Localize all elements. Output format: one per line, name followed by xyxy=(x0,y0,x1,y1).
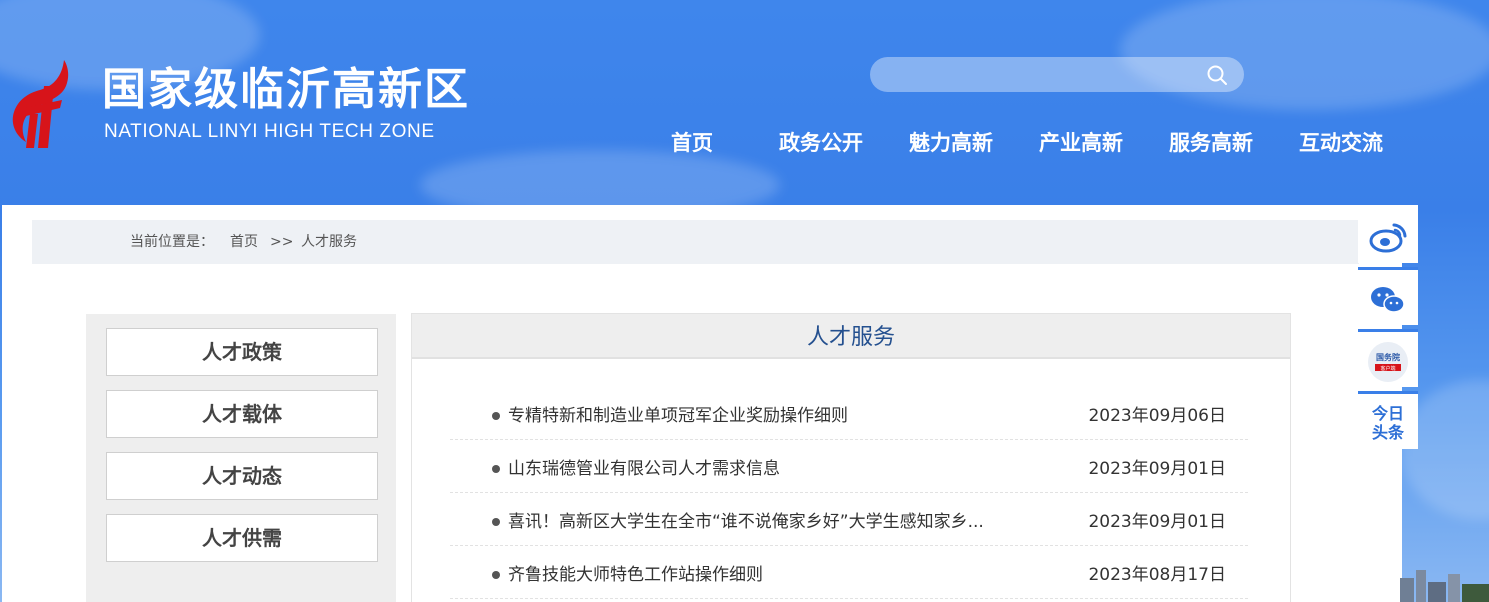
nav-item-interaction[interactable]: 互动交流 xyxy=(1299,128,1383,158)
gov-council-icon: 国务院 客户端 xyxy=(1368,342,1408,382)
site-subtitle: NATIONAL LINYI HIGH TECH ZONE xyxy=(104,121,435,142)
news-title-link[interactable]: 喜讯！高新区大学生在全市“谁不说俺家乡好”大学生感知家乡... xyxy=(508,509,984,535)
share-weibo-button[interactable] xyxy=(1358,205,1418,263)
share-gov-council-button[interactable]: 国务院 客户端 xyxy=(1358,329,1418,387)
share-wechat-button[interactable] xyxy=(1358,267,1418,325)
news-date: 2023年09月01日 xyxy=(1088,512,1226,532)
news-date: 2023年09月06日 xyxy=(1088,406,1226,426)
city-skyline-decoration xyxy=(1400,570,1489,602)
breadcrumb-separator: >> xyxy=(270,234,294,250)
news-item: 山东瑞德管业有限公司人才需求信息 2023年09月01日 xyxy=(450,440,1248,493)
sidebar-item-talent-carrier[interactable]: 人才载体 xyxy=(106,390,378,438)
news-title-link[interactable]: 山东瑞德管业有限公司人才需求信息 xyxy=(508,456,780,482)
content-panel: 人才服务 专精特新和制造业单项冠军企业奖励操作细则 2023年09月06日 山东… xyxy=(411,313,1291,602)
sidebar-item-talent-news[interactable]: 人才动态 xyxy=(106,452,378,500)
breadcrumb-home-link[interactable]: 首页 xyxy=(230,220,258,264)
nav-item-charm[interactable]: 魅力高新 xyxy=(909,128,993,158)
breadcrumb-label: 当前位置是： xyxy=(130,234,214,250)
wechat-icon xyxy=(1371,287,1405,313)
news-item: 专精特新和制造业单项冠军企业奖励操作细则 2023年09月06日 xyxy=(450,387,1248,440)
share-toutiao-button[interactable]: 今日 头条 xyxy=(1358,391,1418,449)
sidebar-item-talent-policy[interactable]: 人才政策 xyxy=(106,328,378,376)
sidebar-item-talent-demand[interactable]: 人才供需 xyxy=(106,514,378,562)
bullet-icon xyxy=(492,412,500,420)
cloud-decoration xyxy=(1120,0,1489,110)
nav-item-gov-affairs[interactable]: 政务公开 xyxy=(779,128,863,158)
news-item: 喜讯！高新区大学生在全市“谁不说俺家乡好”大学生感知家乡... 2023年09月… xyxy=(450,493,1248,546)
nav-item-service[interactable]: 服务高新 xyxy=(1169,128,1253,158)
weibo-icon xyxy=(1369,223,1407,253)
news-title-link[interactable]: 齐鲁技能大师特色工作站操作细则 xyxy=(508,562,763,588)
breadcrumb: 当前位置是： 首页 >> 人才服务 xyxy=(32,220,1359,264)
news-date: 2023年08月17日 xyxy=(1088,565,1226,585)
news-date: 2023年09月01日 xyxy=(1088,459,1226,479)
breadcrumb-current: 人才服务 xyxy=(301,234,357,250)
toutiao-line-2: 头条 xyxy=(1371,423,1404,442)
search-input[interactable] xyxy=(888,57,1198,92)
nav-item-industry[interactable]: 产业高新 xyxy=(1039,128,1123,158)
bullet-icon xyxy=(492,518,500,526)
gov-council-label: 国务院 xyxy=(1376,352,1400,362)
nav-item-home[interactable]: 首页 xyxy=(671,128,713,158)
news-item: 齐鲁技能大师特色工作站操作细则 2023年08月17日 xyxy=(450,546,1248,599)
toutiao-line-1: 今日 xyxy=(1371,404,1404,423)
news-title-link[interactable]: 专精特新和制造业单项冠军企业奖励操作细则 xyxy=(508,403,848,429)
gov-client-label: 客户端 xyxy=(1380,365,1395,372)
search-box[interactable] xyxy=(870,57,1244,92)
search-icon[interactable] xyxy=(1206,64,1228,86)
site-title: 国家级临沂高新区 xyxy=(102,64,470,115)
sidebar: 人才政策 人才载体 人才动态 人才供需 xyxy=(86,314,396,602)
bullet-icon xyxy=(492,465,500,473)
main-card: 当前位置是： 首页 >> 人才服务 人才政策 人才载体 人才动态 人才供需 人才… xyxy=(2,205,1402,602)
logo-icon xyxy=(12,60,69,148)
content-title: 人才服务 xyxy=(412,314,1290,359)
bullet-icon xyxy=(492,571,500,579)
